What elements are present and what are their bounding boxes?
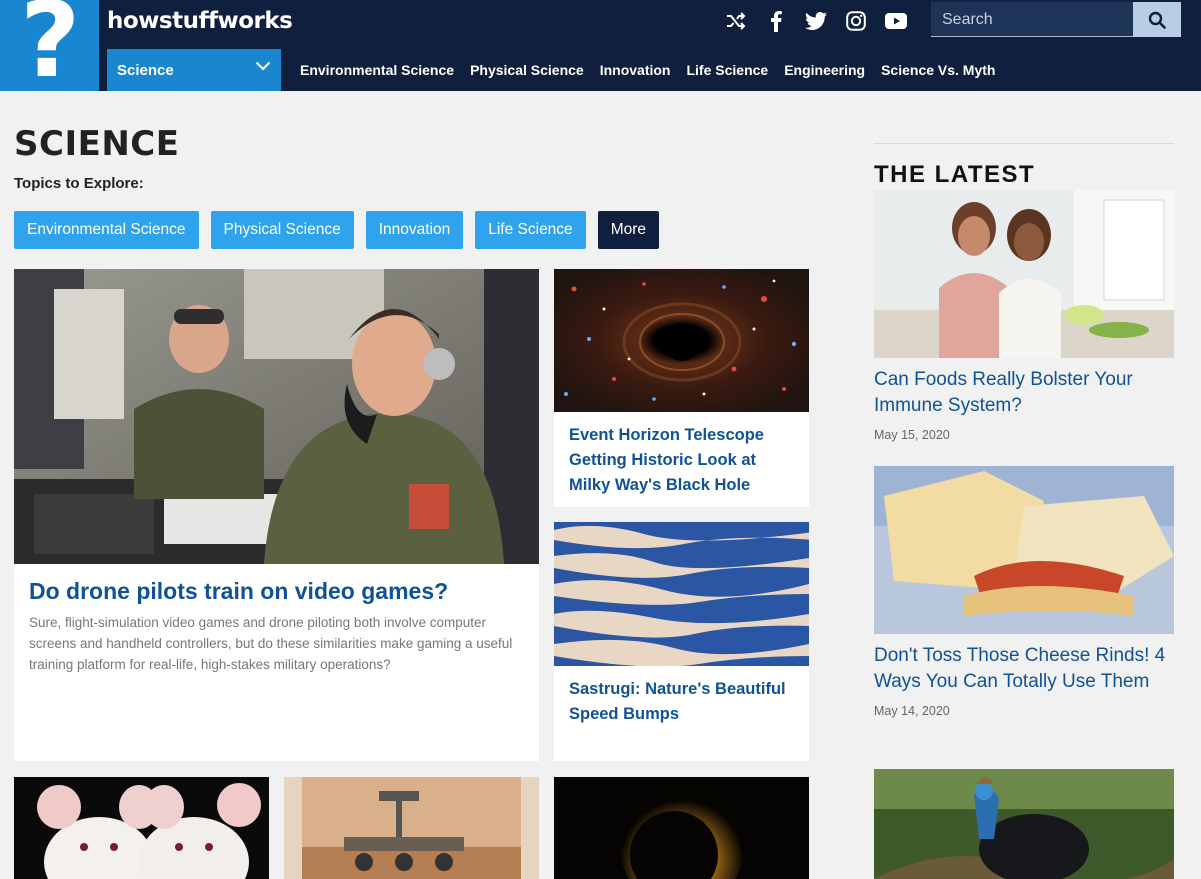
article-card-sastrugi[interactable]: Sastrugi: Nature's Beautiful Speed Bumps	[554, 522, 809, 761]
social-links	[716, 8, 916, 34]
nav-life-science[interactable]: Life Science	[686, 62, 768, 78]
instagram-icon[interactable]	[836, 8, 876, 34]
latest-item-title[interactable]: Can Foods Really Bolster Your Immune Sys…	[874, 367, 1174, 419]
search-button[interactable]	[1133, 2, 1181, 37]
brand-wordmark[interactable]: howstuffworks	[107, 8, 293, 34]
twitter-icon[interactable]	[796, 8, 836, 34]
chevron-down-icon	[255, 61, 271, 71]
latest-item-date: May 14, 2020	[874, 704, 950, 718]
cheese-rind-image[interactable]	[874, 466, 1174, 634]
category-nav: Environmental Science Physical Science I…	[300, 62, 995, 78]
search-input[interactable]	[931, 2, 1133, 37]
featured-article-title[interactable]: Do drone pilots train on video games?	[29, 578, 529, 605]
article-title-sastrugi[interactable]: Sastrugi: Nature's Beautiful Speed Bumps	[569, 677, 797, 727]
shuffle-icon[interactable]	[716, 8, 756, 34]
youtube-icon[interactable]	[876, 8, 916, 34]
facebook-icon[interactable]	[756, 8, 796, 34]
topic-physical-science[interactable]: Physical Science	[210, 211, 354, 249]
latest-heading: THE LATEST	[874, 161, 1036, 188]
kitchen-couple-image[interactable]	[874, 190, 1174, 358]
topic-more-button[interactable]: More	[597, 211, 660, 249]
category-dropdown[interactable]: Science	[107, 49, 281, 91]
article-card-mice[interactable]	[14, 777, 269, 879]
latest-item-title[interactable]: Don't Toss Those Cheese Rinds! 4 Ways Yo…	[874, 643, 1174, 695]
featured-article-card[interactable]: Do drone pilots train on video games? Su…	[14, 269, 539, 761]
page-title: SCIENCE	[14, 124, 180, 164]
article-card-black-hole[interactable]: Event Horizon Telescope Getting Historic…	[554, 269, 809, 507]
mars-rover-image[interactable]	[284, 777, 539, 879]
article-card-eclipse[interactable]	[554, 777, 809, 879]
latest-item[interactable]	[874, 769, 1174, 879]
mice-image[interactable]	[14, 777, 269, 879]
article-card-rover[interactable]	[284, 777, 539, 879]
nav-physical-science[interactable]: Physical Science	[470, 62, 584, 78]
cassowary-image[interactable]	[874, 769, 1174, 879]
search-box	[931, 2, 1181, 37]
search-icon	[1148, 11, 1166, 29]
site-header: ? howstuffworks Science Environmental Sc…	[0, 0, 1201, 91]
topic-pills: Environmental Science Physical Science I…	[14, 211, 660, 249]
category-dropdown-label: Science	[117, 61, 174, 79]
article-title-black-hole[interactable]: Event Horizon Telescope Getting Historic…	[569, 423, 797, 498]
sastrugi-image[interactable]	[554, 522, 809, 667]
nav-innovation[interactable]: Innovation	[600, 62, 671, 78]
topics-label: Topics to Explore:	[14, 175, 144, 192]
latest-item[interactable]: Don't Toss Those Cheese Rinds! 4 Ways Yo…	[874, 466, 1174, 718]
featured-article-description: Sure, flight-simulation video games and …	[29, 615, 513, 672]
latest-item[interactable]: Can Foods Really Bolster Your Immune Sys…	[874, 190, 1174, 442]
logo-question-mark: ?	[20, 0, 81, 91]
topic-life-science[interactable]: Life Science	[475, 211, 586, 249]
nav-engineering[interactable]: Engineering	[784, 62, 865, 78]
latest-divider	[874, 143, 1174, 144]
nav-science-vs-myth[interactable]: Science Vs. Myth	[881, 62, 995, 78]
topic-environmental-science[interactable]: Environmental Science	[14, 211, 199, 249]
latest-item-date: May 15, 2020	[874, 428, 950, 442]
nav-environmental-science[interactable]: Environmental Science	[300, 62, 454, 78]
drone-pilots-image[interactable]	[14, 269, 539, 564]
topic-innovation[interactable]: Innovation	[365, 211, 464, 249]
black-hole-image[interactable]	[554, 269, 809, 412]
logo-mark[interactable]: ?	[0, 0, 99, 91]
eclipse-image[interactable]	[554, 777, 809, 879]
